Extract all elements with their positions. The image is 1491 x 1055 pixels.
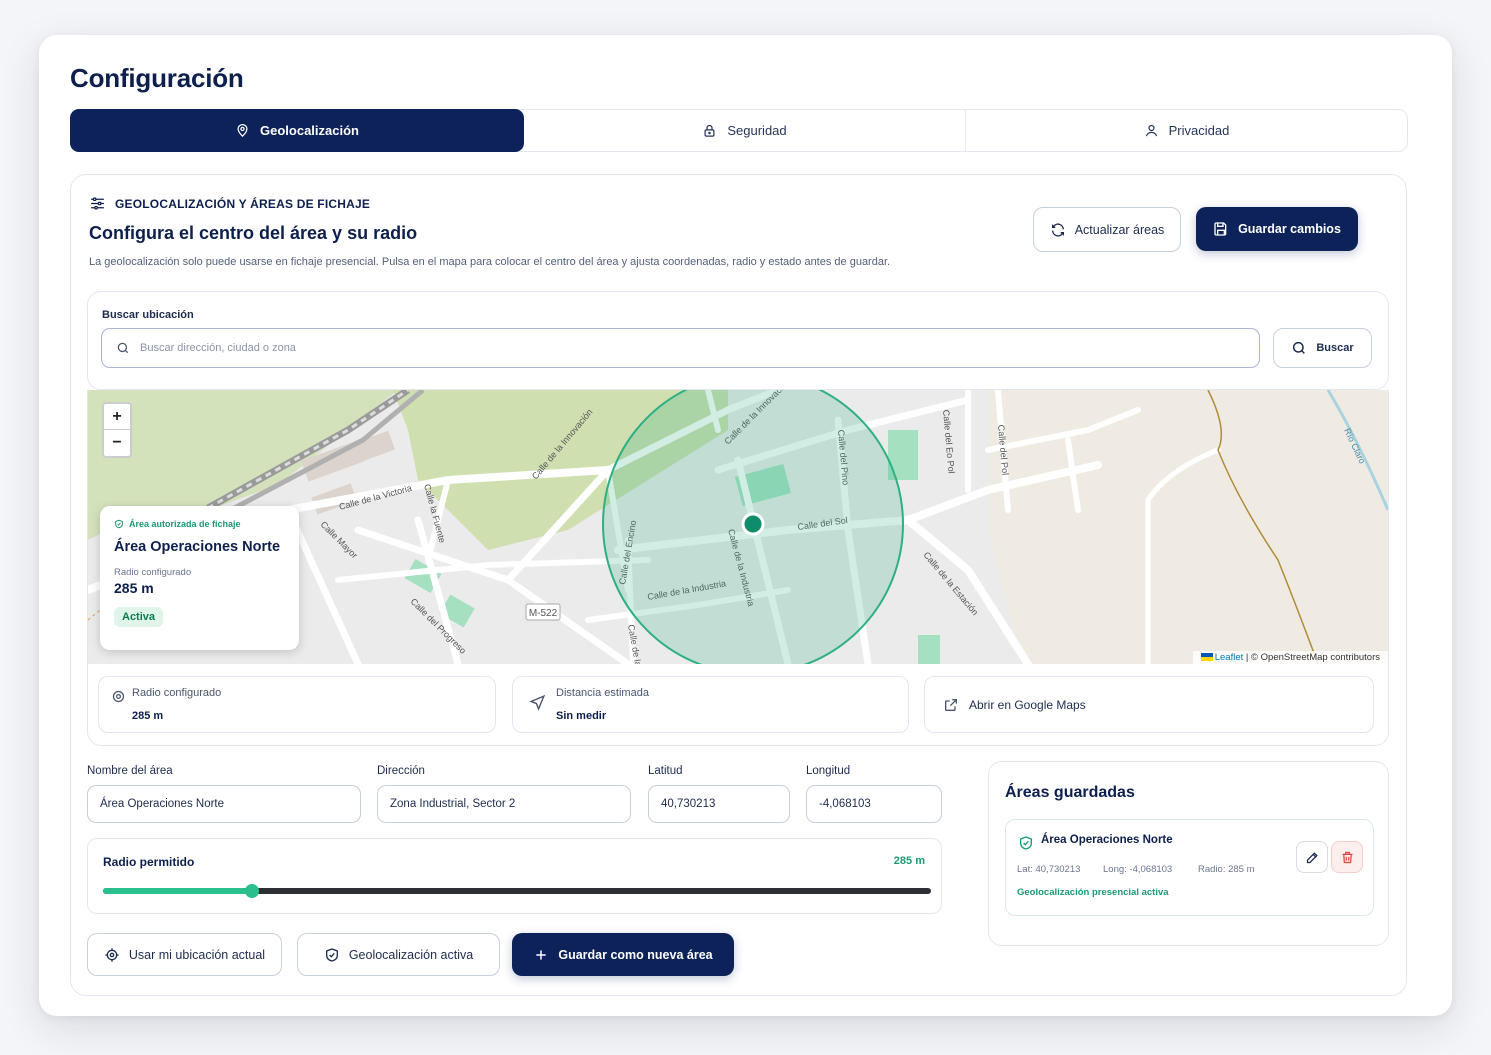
longitude-label: Longitud [806, 765, 851, 777]
refresh-areas-label: Actualizar áreas [1074, 222, 1165, 237]
distance-info-card: Distancia estimada Sin medir [512, 676, 909, 733]
attribution-text: | © OpenStreetMap contributors [1245, 652, 1380, 663]
latitude-field[interactable]: 40,730213 [648, 785, 790, 823]
radius-slider-fill [103, 888, 253, 894]
geolocation-panel: GEOLOCALIZACIÓN Y ÁREAS DE FICHAJE Confi… [70, 174, 1407, 996]
save-new-area-button[interactable]: Guardar como nueva área [512, 933, 734, 976]
sliders-icon [91, 197, 104, 210]
popup-radius-label: Radio configurado [114, 567, 192, 578]
map[interactable]: M-522 Calle de la Victoria Calle Mayor C… [88, 390, 1388, 664]
delete-area-button[interactable] [1331, 841, 1363, 873]
popup-tag: Área autorizada de fichaje [114, 519, 285, 529]
search-card: Buscar ubicación Buscar dirección, ciuda… [87, 291, 1389, 390]
navigation-icon [529, 694, 546, 711]
section-kicker-text: GEOLOCALIZACIÓN Y ÁREAS DE FICHAJE [115, 196, 371, 211]
search-icon [1293, 341, 1306, 354]
tab-label: Privacidad [1168, 123, 1230, 138]
tab-security[interactable]: Seguridad [524, 110, 966, 151]
plus-icon [536, 949, 547, 960]
distance-info-label: Distancia estimada [556, 687, 649, 699]
google-maps-link[interactable]: Abrir en Google Maps [924, 676, 1374, 733]
refresh-icon [1051, 222, 1064, 237]
crosshair-icon [105, 947, 119, 962]
edit-area-button[interactable] [1296, 841, 1328, 873]
radius-slider-value: 285 m [893, 855, 925, 867]
saved-areas-title: Áreas guardadas [1005, 784, 1135, 801]
saved-area-status: Geolocalización presencial activa [1017, 887, 1169, 898]
use-location-label: Usar mi ubicación actual [128, 947, 266, 962]
tab-label: Seguridad [727, 123, 787, 138]
search-icon [117, 342, 129, 354]
page-title: Configuración [70, 63, 244, 93]
lock-icon [704, 124, 715, 137]
target-icon [112, 690, 125, 703]
latitude-label: Latitud [648, 765, 683, 777]
map-attribution: Leaflet | © OpenStreetMap contributors [1192, 651, 1388, 664]
geolocation-active-label: Geolocalización activa [348, 947, 474, 962]
saved-area-name: Área Operaciones Norte [1041, 834, 1173, 846]
radius-slider[interactable] [103, 884, 931, 898]
radius-info-label: Radio configurado [132, 687, 222, 699]
search-label: Buscar ubicación [102, 309, 194, 321]
tab-geolocation[interactable]: Geolocalización [70, 109, 524, 152]
radius-slider-thumb[interactable] [245, 884, 260, 898]
tab-label: Geolocalización [260, 123, 359, 138]
zoom-out-button[interactable]: − [104, 430, 130, 456]
section-heading: Configura el centro del área y su radio [89, 223, 418, 243]
zoom-in-button[interactable]: + [104, 404, 130, 430]
distance-info-value: Sin medir [556, 710, 607, 722]
area-name-label: Nombre del área [87, 765, 173, 777]
shield-check-icon [325, 947, 338, 962]
address-label: Dirección [377, 765, 425, 777]
search-input[interactable]: Buscar dirección, ciudad o zona [101, 328, 1260, 368]
saved-area-lat: Lat: 40,730213 [1017, 864, 1081, 875]
shield-check-icon [1020, 836, 1032, 850]
status-badge: Activa [114, 607, 164, 627]
area-name-field[interactable]: Área Operaciones Norte [87, 785, 361, 823]
save-changes-button[interactable]: Guardar cambios [1196, 207, 1358, 251]
search-button[interactable]: Buscar [1273, 328, 1372, 368]
svg-text:M-522: M-522 [529, 608, 558, 619]
list-item[interactable]: Área Operaciones Norte Lat: 40,730213 Lo… [1005, 819, 1374, 916]
radius-info-value: 285 m [132, 710, 164, 722]
settings-card: Configuración Geolocalización Seguridad … [39, 35, 1452, 1016]
save-icon [1214, 222, 1227, 236]
address-field[interactable]: Zona Industrial, Sector 2 [377, 785, 631, 823]
section-description: La geolocalización solo puede usarse en … [89, 256, 891, 268]
map-pin-icon [237, 123, 248, 137]
radius-slider-card: Radio permitido 285 m [87, 838, 942, 914]
search-button-label: Buscar [1316, 342, 1354, 354]
save-new-area-label: Guardar como nueva área [558, 947, 713, 962]
popup-area-name: Área Operaciones Norte [114, 539, 281, 555]
save-changes-label: Guardar cambios [1238, 222, 1341, 236]
longitude-field[interactable]: -4,068103 [806, 785, 942, 823]
popup-radius-value: 285 m [114, 580, 154, 596]
zoom-control: + − [102, 402, 132, 458]
shield-check-icon [115, 519, 123, 529]
popup-tag-text: Área autorizada de fichaje [129, 519, 241, 529]
pencil-icon [1306, 851, 1318, 863]
leaflet-link[interactable]: Leaflet [1215, 652, 1244, 663]
settings-tabs: Geolocalización Seguridad Privacidad [70, 109, 1408, 152]
google-maps-label: Abrir en Google Maps [969, 698, 1086, 712]
trash-icon [1342, 851, 1352, 863]
section-kicker: GEOLOCALIZACIÓN Y ÁREAS DE FICHAJE [89, 195, 370, 212]
search-placeholder: Buscar dirección, ciudad o zona [140, 342, 296, 354]
geolocation-active-toggle[interactable]: Geolocalización activa [297, 933, 500, 976]
map-section: M-522 Calle de la Victoria Calle Mayor C… [87, 390, 1389, 746]
refresh-areas-button[interactable]: Actualizar áreas [1033, 207, 1181, 252]
external-link-icon [945, 699, 957, 711]
map-popup: Área autorizada de fichaje Área Operacio… [100, 506, 299, 650]
ukraine-flag-icon [1200, 653, 1213, 661]
use-location-button[interactable]: Usar mi ubicación actual [87, 933, 282, 976]
radius-slider-label: Radio permitido [103, 855, 195, 869]
saved-area-radius: Radio: 285 m [1198, 864, 1255, 875]
tab-privacy[interactable]: Privacidad [966, 110, 1407, 151]
saved-area-lng: Long: -4,068103 [1103, 864, 1173, 875]
radius-info-card: Radio configurado 285 m [98, 676, 496, 733]
user-icon [1145, 124, 1157, 137]
saved-areas-card: Áreas guardadas Área Operaciones Norte L… [988, 761, 1389, 946]
